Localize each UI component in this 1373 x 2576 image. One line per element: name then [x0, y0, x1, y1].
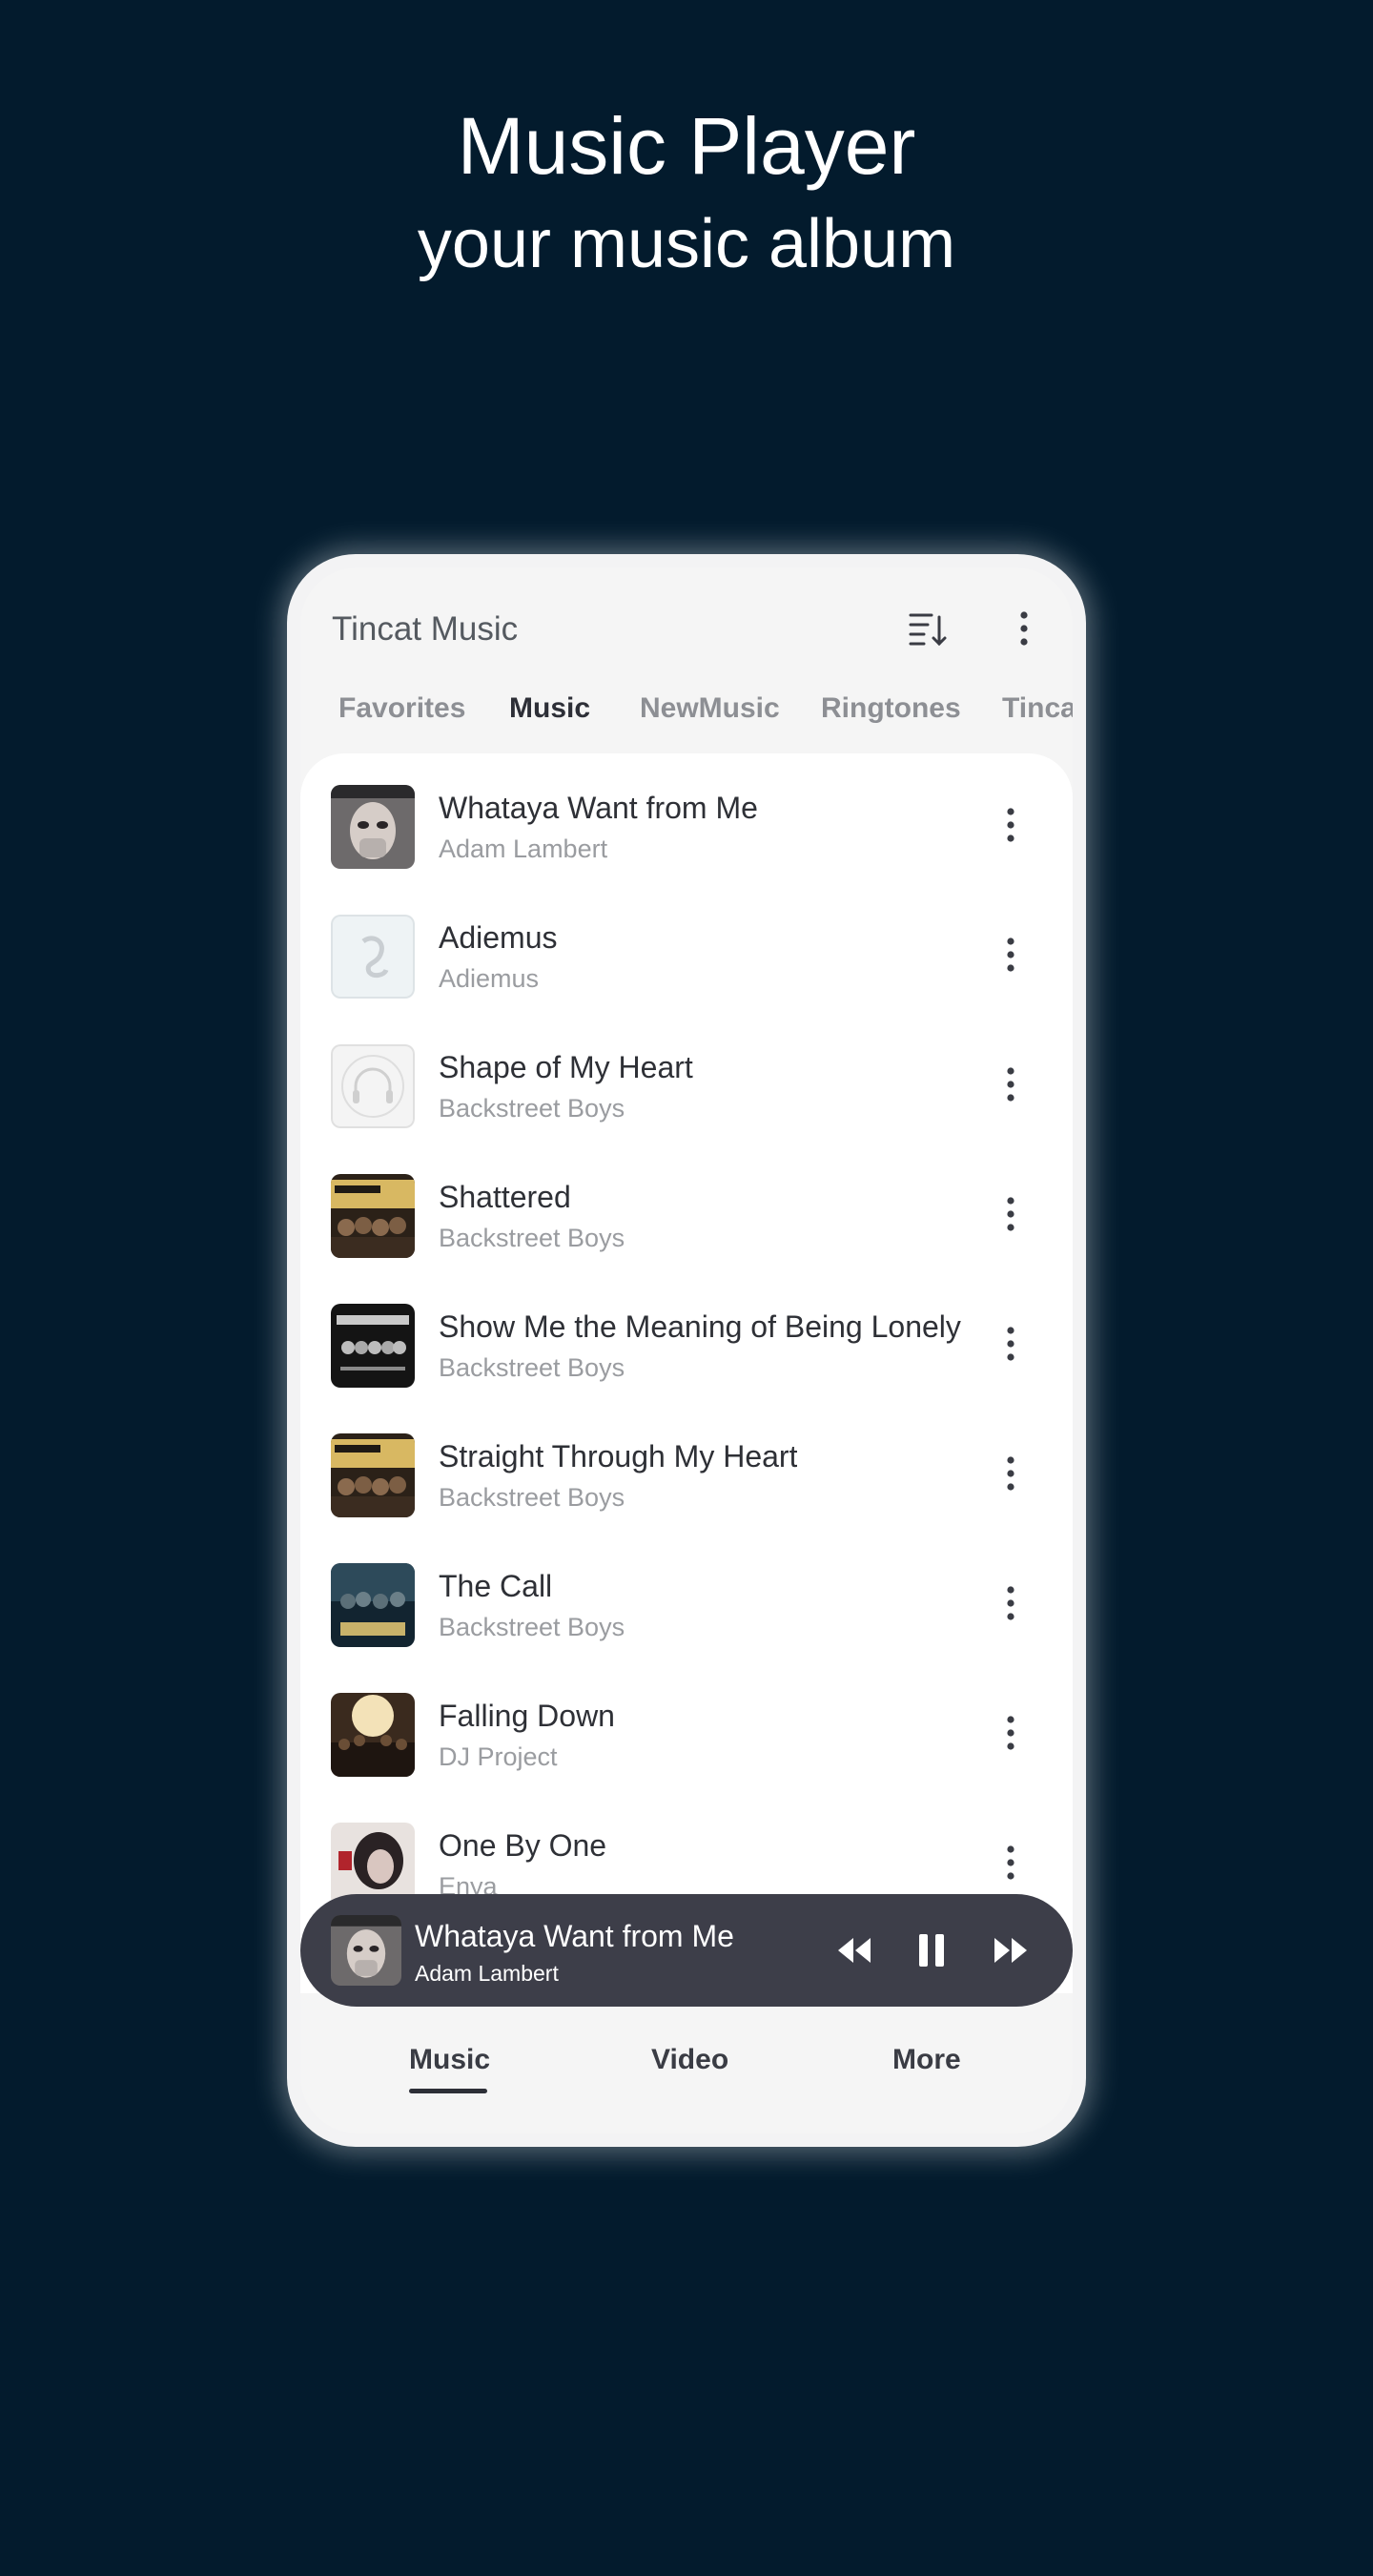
song-title: Falling Down	[439, 1699, 615, 1733]
song-list: Whataya Want from Me Adam Lambert Adiemu…	[300, 753, 1073, 1993]
nav-more[interactable]: More	[892, 2041, 961, 2079]
more-vertical-icon[interactable]	[992, 1836, 1030, 1889]
nav-video[interactable]: Video	[651, 2041, 728, 2079]
tab-favorites[interactable]: Favorites	[338, 690, 465, 728]
song-row[interactable]: Straight Through My Heart Backstreet Boy…	[300, 1418, 1073, 1548]
tab-newmusic[interactable]: NewMusic	[640, 690, 780, 728]
album-art	[331, 785, 415, 869]
more-vertical-icon[interactable]	[992, 1447, 1030, 1500]
sort-list-icon[interactable]	[903, 604, 953, 653]
album-art	[331, 1693, 415, 1777]
song-artist: Backstreet Boys	[439, 1094, 625, 1123]
phone-frame: Tincat Music Favorites Music NewMusic Ri…	[287, 554, 1086, 2147]
song-title: Show Me the Meaning of Being Lonely	[439, 1309, 961, 1344]
album-art	[331, 1433, 415, 1517]
song-row[interactable]: Shape of My Heart Backstreet Boys	[300, 1029, 1073, 1159]
hero-subtitle: your music album	[417, 206, 956, 282]
song-row[interactable]: Adiemus Adiemus	[300, 899, 1073, 1029]
now-playing-bar[interactable]: Whataya Want from Me Adam Lambert	[300, 1894, 1073, 2007]
fast-forward-icon[interactable]	[987, 1927, 1035, 1974]
song-row[interactable]: The Call Backstreet Boys	[300, 1548, 1073, 1678]
song-artist: Backstreet Boys	[439, 1483, 625, 1512]
more-vertical-icon[interactable]	[992, 798, 1030, 852]
now-playing-artist: Adam Lambert	[415, 1961, 559, 1986]
album-art	[331, 1174, 415, 1258]
tab-music[interactable]: Music	[509, 690, 590, 728]
more-vertical-icon[interactable]	[992, 1706, 1030, 1760]
nav-music[interactable]: Music	[409, 2041, 490, 2079]
pause-icon[interactable]	[908, 1927, 955, 1974]
song-row[interactable]: Whataya Want from Me Adam Lambert	[300, 770, 1073, 899]
song-row[interactable]: Falling Down DJ Project	[300, 1678, 1073, 1807]
more-vertical-icon[interactable]	[992, 1577, 1030, 1630]
rewind-icon[interactable]	[830, 1927, 878, 1974]
headphones-icon	[331, 1044, 415, 1128]
bottom-navigation: Music Video More	[300, 2027, 1073, 2122]
song-artist: Adiemus	[439, 964, 540, 993]
song-title: Shape of My Heart	[439, 1050, 693, 1084]
now-playing-title: Whataya Want from Me	[415, 1919, 734, 1953]
tab-ringtones[interactable]: Ringtones	[821, 690, 961, 728]
more-vertical-icon[interactable]	[999, 604, 1049, 653]
album-art	[331, 1304, 415, 1388]
hero-title: Music Player	[457, 101, 916, 191]
song-artist: Backstreet Boys	[439, 1613, 625, 1641]
active-tab-indicator	[409, 2089, 487, 2093]
tab-tinca[interactable]: Tinca	[1002, 690, 1073, 728]
category-tabs: Favorites Music NewMusic Ringtones Tinca	[300, 672, 1073, 749]
song-title: Whataya Want from Me	[439, 791, 758, 825]
song-title: Adiemus	[439, 920, 558, 955]
more-vertical-icon[interactable]	[992, 1317, 1030, 1370]
app-title: Tincat Music	[332, 610, 519, 648]
more-vertical-icon[interactable]	[992, 928, 1030, 981]
song-artist: Adam Lambert	[439, 835, 608, 863]
album-art	[331, 1563, 415, 1647]
song-title: The Call	[439, 1569, 553, 1603]
song-artist: Backstreet Boys	[439, 1353, 625, 1382]
song-title: Shattered	[439, 1180, 571, 1214]
album-art	[331, 1915, 401, 1986]
song-title: One By One	[439, 1828, 607, 1863]
song-artist: DJ Project	[439, 1742, 558, 1771]
song-title: Straight Through My Heart	[439, 1439, 798, 1473]
song-row[interactable]: Show Me the Meaning of Being Lonely Back…	[300, 1288, 1073, 1418]
song-artist: Backstreet Boys	[439, 1224, 625, 1252]
more-vertical-icon[interactable]	[992, 1058, 1030, 1111]
album-art	[331, 915, 415, 999]
more-vertical-icon[interactable]	[992, 1187, 1030, 1241]
song-row[interactable]: Shattered Backstreet Boys	[300, 1159, 1073, 1288]
app-screen: Tincat Music Favorites Music NewMusic Ri…	[300, 567, 1073, 2133]
